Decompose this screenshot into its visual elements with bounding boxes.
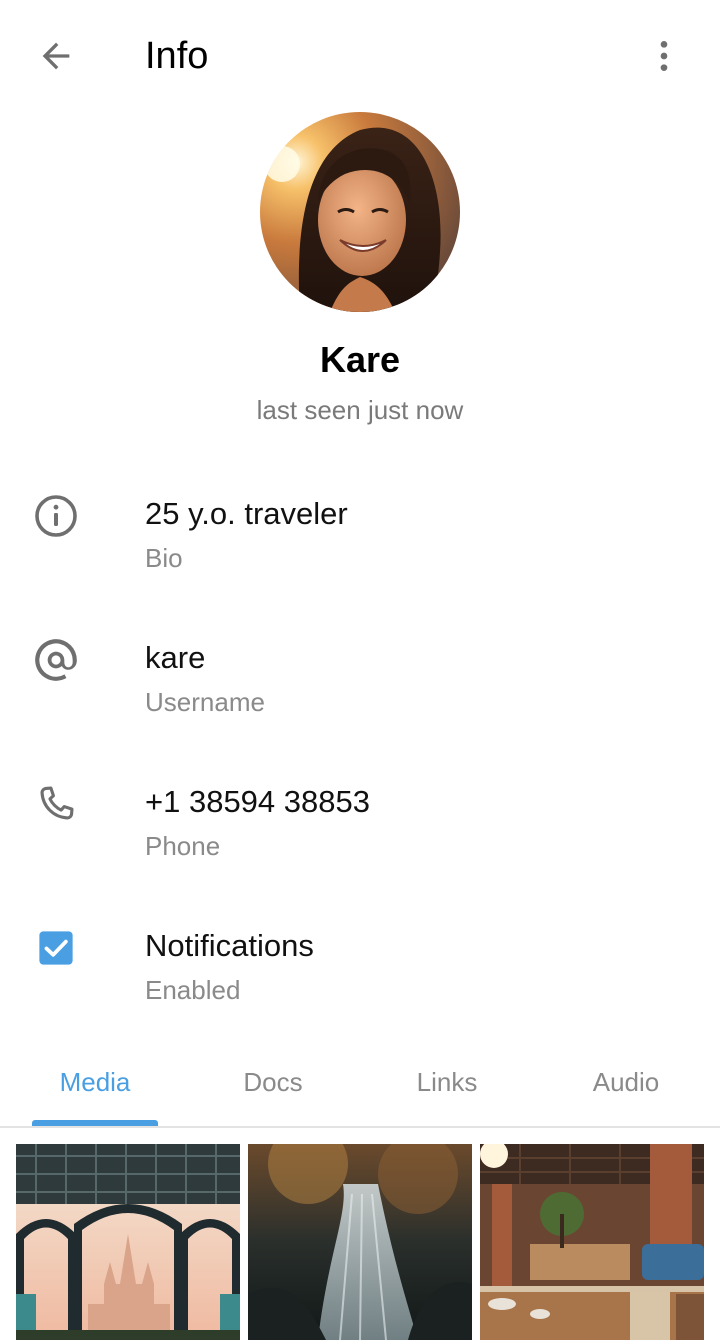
more-options-button[interactable] [632, 24, 696, 88]
bio-row[interactable]: 25 y.o. traveler Bio [0, 490, 720, 634]
info-icon [30, 490, 82, 542]
more-vert-icon [660, 41, 668, 71]
tab-links[interactable]: Links [388, 1064, 506, 1100]
restaurant-interior-photo [480, 1144, 704, 1340]
tab-docs[interactable]: Docs [214, 1064, 332, 1100]
media-thumbnail-restaurant[interactable] [480, 1144, 704, 1340]
phone-icon [30, 778, 82, 830]
tab-audio[interactable]: Audio [566, 1064, 686, 1100]
tab-media[interactable]: Media [32, 1064, 158, 1100]
phone-row[interactable]: +1 38594 38853 Phone [0, 778, 720, 922]
arrow-left-icon [42, 42, 70, 70]
avatar-photo [260, 112, 460, 312]
phone-label: Phone [145, 831, 221, 861]
notifications-label: Enabled [145, 975, 241, 1005]
username-value: kare [145, 640, 206, 675]
bio-value: 25 y.o. traveler [145, 496, 348, 531]
media-tabs: Media Docs Links Audio [0, 1050, 720, 1128]
username-label: Username [145, 687, 265, 717]
profile-info-screen: Info Kare last seen just now 25 y.o. tra… [0, 0, 720, 1340]
avatar[interactable] [260, 112, 460, 312]
active-tab-indicator [32, 1120, 158, 1126]
back-button[interactable] [24, 24, 88, 88]
waterfall-photo [248, 1144, 472, 1340]
bio-label: Bio [145, 543, 183, 573]
castle-archway-photo [16, 1144, 240, 1340]
notifications-value: Notifications [145, 928, 314, 963]
phone-value: +1 38594 38853 [145, 784, 370, 819]
app-bar: Info [0, 0, 720, 112]
page-title: Info [145, 35, 209, 77]
checkbox-checked-icon[interactable] [30, 922, 82, 974]
media-thumbnail-waterfall[interactable] [248, 1144, 472, 1340]
notifications-row[interactable]: Notifications Enabled [0, 922, 720, 1066]
last-seen-status: last seen just now [256, 395, 464, 425]
at-icon [30, 634, 82, 686]
media-thumbnail-castle[interactable] [16, 1144, 240, 1340]
username-row[interactable]: kare Username [0, 634, 720, 778]
profile-name: Kare [319, 339, 401, 380]
